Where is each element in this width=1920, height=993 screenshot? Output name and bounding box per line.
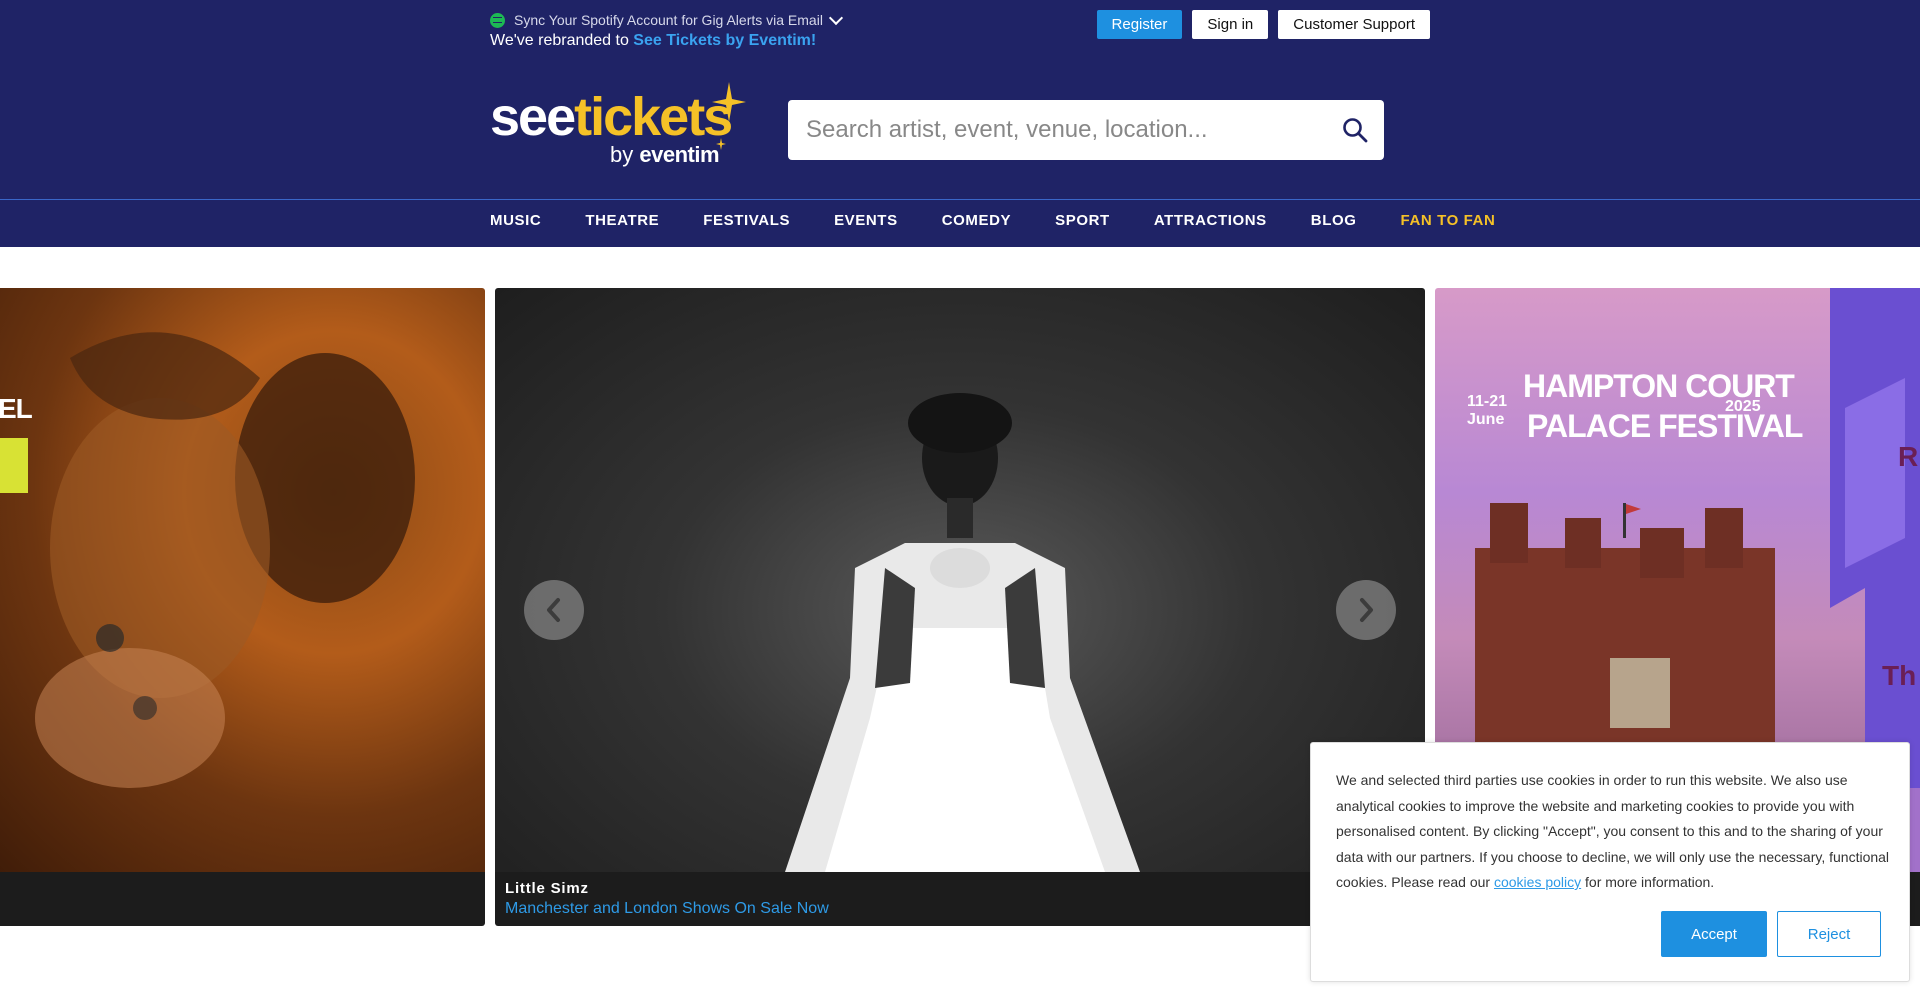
carousel-next-button[interactable] <box>1336 580 1396 640</box>
spotify-sync-toggle[interactable]: Sync Your Spotify Account for Gig Alerts… <box>490 10 844 30</box>
chevron-left-icon <box>547 598 560 622</box>
search-input[interactable] <box>806 100 1326 160</box>
nav-item-attractions[interactable]: ATTRACTIONS <box>1154 212 1267 229</box>
register-button[interactable]: Register <box>1096 10 1183 39</box>
festival-title-line2: PALACE FESTIVAL <box>1527 408 1803 444</box>
logo-see: see <box>490 87 576 147</box>
chevron-down-icon <box>828 10 844 25</box>
cookies-policy-link[interactable]: cookies policy <box>1494 874 1581 890</box>
nav-item-blog[interactable]: BLOG <box>1311 212 1357 229</box>
nav-item-music[interactable]: MUSIC <box>490 212 541 229</box>
nav-divider <box>0 199 1920 200</box>
nav-item-events[interactable]: EVENTS <box>834 212 898 229</box>
nav-item-fan-to-fan[interactable]: FAN TO FAN <box>1401 212 1496 229</box>
sparkle-icon <box>712 82 746 122</box>
festival-year: 2025 <box>1725 398 1761 415</box>
slide-caption-active: Little Simz Manchester and London Shows … <box>495 872 1425 926</box>
slide-overlay-text: EL <box>0 393 33 424</box>
nav-item-theatre[interactable]: THEATRE <box>585 212 659 229</box>
rebrand-link[interactable]: See Tickets by Eventim! <box>633 32 816 49</box>
small-sparkle-icon <box>716 138 726 150</box>
nav-item-festivals[interactable]: FESTIVALS <box>703 212 790 229</box>
cookie-consent-banner: We and selected third parties use cookie… <box>1310 742 1910 982</box>
logo-eventim: eventim <box>639 142 720 167</box>
top-strip: Sync Your Spotify Account for Gig Alerts… <box>490 10 1430 54</box>
accept-cookies-button[interactable]: Accept <box>1661 911 1767 957</box>
search-box <box>788 100 1384 160</box>
nav-item-comedy[interactable]: COMEDY <box>942 212 1011 229</box>
site-header: Sync Your Spotify Account for Gig Alerts… <box>0 0 1920 247</box>
previous-slide-artwork <box>0 332 415 788</box>
carousel-slide-previous[interactable]: EL <box>0 288 485 926</box>
slide-subtitle-link[interactable]: Manchester and London Shows On Sale Now <box>505 900 829 918</box>
customer-support-button[interactable]: Customer Support <box>1278 10 1430 39</box>
spotify-icon <box>490 12 505 28</box>
carousel-prev-button[interactable] <box>524 580 584 640</box>
slide-edge-text-th: Th <box>1882 660 1917 691</box>
cookie-buttons: Accept Reject <box>1661 911 1881 957</box>
slide-image-active <box>495 288 1425 872</box>
reject-cookies-button[interactable]: Reject <box>1777 911 1881 957</box>
rebrand-notice: We've rebranded to See Tickets by Eventi… <box>490 32 816 50</box>
logo-by: by <box>610 142 634 167</box>
slide-image-previous: EL <box>0 288 485 872</box>
rebrand-prefix: We've rebranded to <box>490 32 634 49</box>
logo-wordmark: seetickets <box>490 87 733 147</box>
slide-title: Little Simz <box>505 880 589 897</box>
account-buttons: Register Sign in Customer Support <box>1096 10 1430 39</box>
sign-in-button[interactable]: Sign in <box>1192 10 1269 39</box>
seetickets-logo[interactable]: seetickets by eventim <box>490 80 750 175</box>
slide-caption-previous <box>0 872 485 926</box>
logo-tickets: tickets <box>574 87 733 147</box>
little-simz-artwork <box>785 393 1140 872</box>
cookie-message: We and selected third parties use cookie… <box>1336 768 1891 896</box>
search-icon[interactable] <box>1342 117 1368 143</box>
slide-edge-text-r: R <box>1898 441 1919 472</box>
carousel-slide-active[interactable]: Little Simz Manchester and London Shows … <box>495 288 1425 926</box>
nav-item-sport[interactable]: SPORT <box>1055 212 1110 229</box>
chevron-right-icon <box>1360 598 1373 622</box>
spotify-sync-label: Sync Your Spotify Account for Gig Alerts… <box>514 12 823 28</box>
logo-by-eventim: by eventim <box>610 142 720 168</box>
main-nav: MUSIC THEATRE FESTIVALS EVENTS COMEDY SP… <box>490 212 1495 229</box>
festival-dates: 11-21 June <box>1467 393 1508 428</box>
cookie-text-end: for more information. <box>1581 874 1715 890</box>
cookie-text-main: We and selected third parties use cookie… <box>1336 772 1890 890</box>
